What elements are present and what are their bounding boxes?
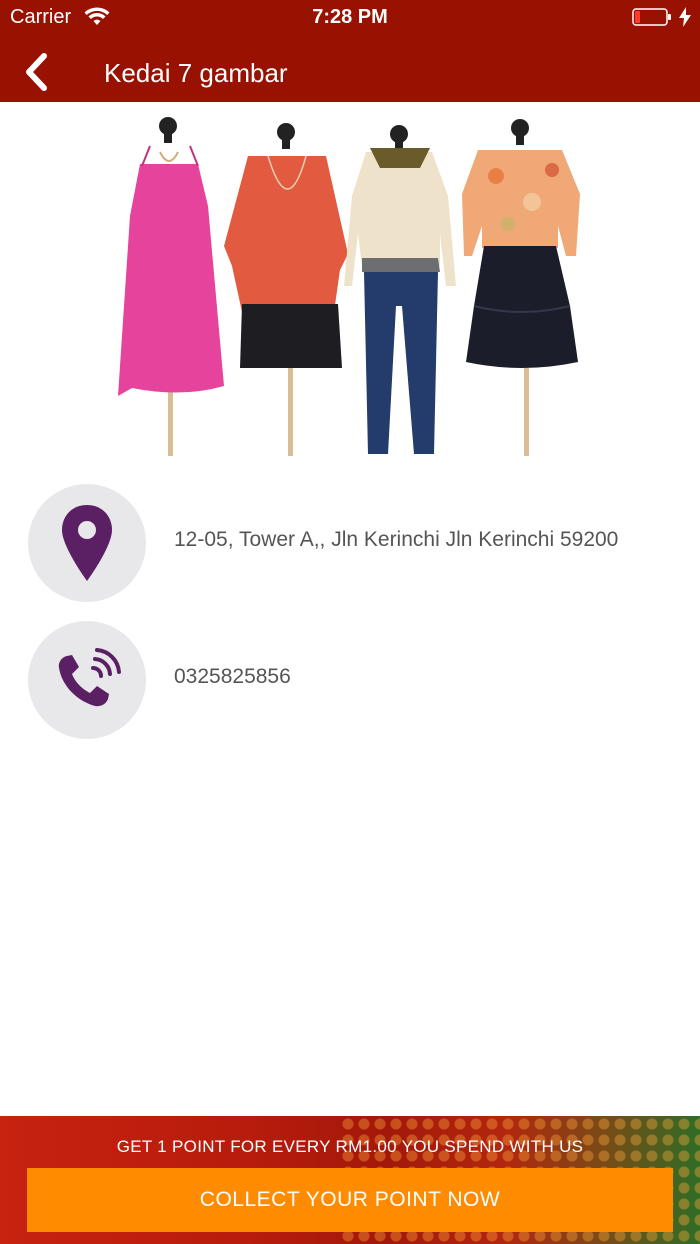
battery-icon <box>632 8 671 26</box>
page-title: Kedai 7 gambar <box>104 58 288 88</box>
chevron-left-icon <box>26 53 47 91</box>
phone-icon-circle <box>28 621 146 739</box>
promo-text: GET 1 POINT FOR EVERY RM1.00 YOU SPEND W… <box>116 1137 584 1156</box>
back-button[interactable] <box>16 50 56 94</box>
location-pin-icon <box>62 505 112 581</box>
phone-icon <box>58 648 121 707</box>
top-bar: Carrier 7:28 PM Kedai 7 gambar <box>0 0 700 102</box>
collect-point-button[interactable]: COLLECT YOUR POINT NOW <box>27 1168 673 1232</box>
status-bar: Carrier 7:28 PM <box>0 0 700 36</box>
address-text: 12-05, Tower A,, Jln Kerinchi Jln Kerinc… <box>174 528 619 551</box>
address-icon-circle <box>28 484 146 602</box>
charging-icon <box>679 7 691 27</box>
store-detail-screen: Carrier 7:28 PM Kedai 7 gambar 12-05, To… <box>0 0 700 1244</box>
address-row[interactable]: 12-05, Tower A,, Jln Kerinchi Jln Kerinc… <box>28 484 678 602</box>
phone-row[interactable]: 0325825856 <box>28 621 678 739</box>
clock: 7:28 PM <box>312 6 388 28</box>
store-photo <box>112 106 586 456</box>
phone-text: 0325825856 <box>174 665 291 688</box>
promo-banner: GET 1 POINT FOR EVERY RM1.00 YOU SPEND W… <box>0 1116 700 1244</box>
